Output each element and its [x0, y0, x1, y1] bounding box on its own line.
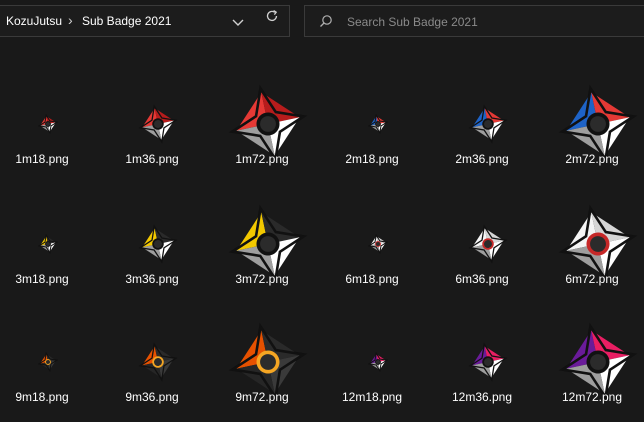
file-name: 12m18.png	[341, 390, 403, 404]
file-name: 2m18.png	[345, 152, 399, 166]
file-name: 1m18.png	[15, 152, 69, 166]
file-item[interactable]: 9m18.png	[0, 310, 90, 422]
file-name: 3m72.png	[235, 272, 289, 286]
file-item[interactable]: 2m72.png	[544, 72, 640, 184]
file-name: 2m72.png	[565, 152, 619, 166]
file-name: 3m18.png	[15, 272, 69, 286]
chevron-down-icon[interactable]	[231, 15, 245, 29]
file-item[interactable]: 1m72.png	[214, 72, 310, 184]
file-name: 3m36.png	[125, 272, 179, 286]
file-item[interactable]: 12m36.png	[434, 310, 530, 422]
toolbar: KozuJutsu › Sub Badge 2021	[0, 0, 644, 44]
file-item[interactable]: 3m36.png	[104, 192, 200, 304]
file-item[interactable]: 3m18.png	[0, 192, 90, 304]
file-item[interactable]: 6m36.png	[434, 192, 530, 304]
file-name: 12m72.png	[561, 390, 623, 404]
refresh-icon[interactable]	[265, 9, 279, 23]
breadcrumb-root[interactable]: KozuJutsu	[6, 14, 62, 28]
file-item[interactable]: 9m36.png	[104, 310, 200, 422]
file-item[interactable]: 2m18.png	[324, 72, 420, 184]
file-name: 9m72.png	[235, 390, 289, 404]
file-item[interactable]: 2m36.png	[434, 72, 530, 184]
file-name: 9m36.png	[125, 390, 179, 404]
file-name: 6m72.png	[565, 272, 619, 286]
breadcrumb-separator: ›	[68, 12, 73, 28]
file-item[interactable]: 12m72.png	[544, 310, 640, 422]
file-item[interactable]: 6m18.png	[324, 192, 420, 304]
address-bar[interactable]: KozuJutsu › Sub Badge 2021	[0, 5, 290, 37]
breadcrumb-current[interactable]: Sub Badge 2021	[82, 14, 171, 28]
file-item[interactable]: 1m18.png	[0, 72, 90, 184]
file-name: 12m36.png	[451, 390, 513, 404]
file-grid: 1m18.png 1m36.png 1m72.png 2m18.png 2m36.png…	[0, 44, 644, 406]
file-item[interactable]: 9m72.png	[214, 310, 310, 422]
file-item[interactable]: 3m72.png	[214, 192, 310, 304]
file-item[interactable]: 12m18.png	[324, 310, 420, 422]
file-item[interactable]: 6m72.png	[544, 192, 640, 304]
file-name: 9m18.png	[15, 390, 69, 404]
file-name: 1m72.png	[235, 152, 289, 166]
file-name: 2m36.png	[455, 152, 509, 166]
file-name: 6m36.png	[455, 272, 509, 286]
search-input[interactable]	[345, 6, 639, 38]
search-box[interactable]	[304, 5, 644, 38]
file-name: 1m36.png	[125, 152, 179, 166]
file-item[interactable]: 1m36.png	[104, 72, 200, 184]
file-name: 6m18.png	[345, 272, 399, 286]
search-icon	[320, 15, 332, 27]
